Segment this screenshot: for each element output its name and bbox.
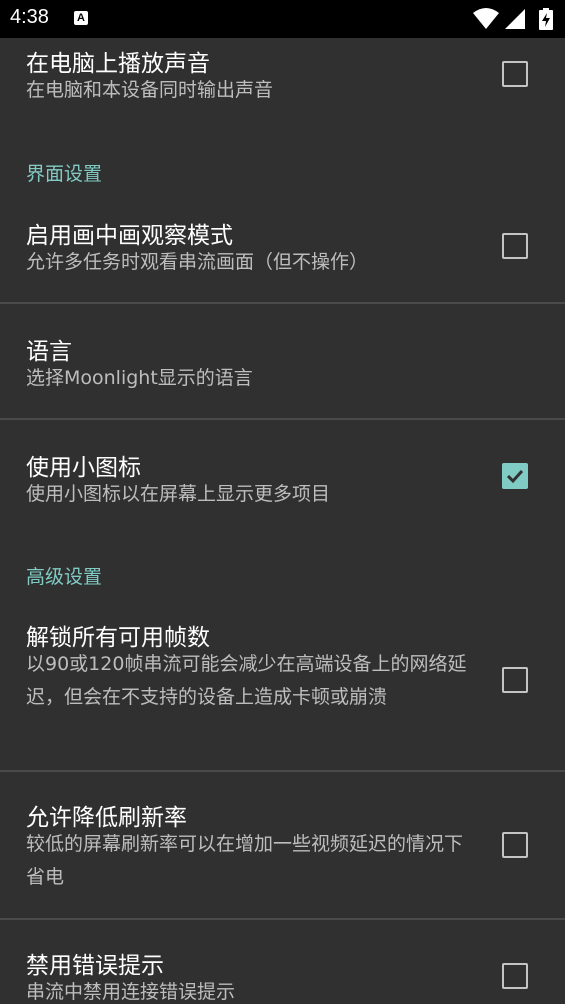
pref-small-icons[interactable]: 使用小图标 使用小图标以在屏幕上显示更多项目 [0,420,565,530]
pref-title: 在电脑上播放声音 [26,51,210,77]
signal-icon [505,9,525,29]
play-audio-checkbox[interactable] [502,61,528,87]
pref-title: 启用画中画观察模式 [26,223,233,249]
pip-observer-checkbox[interactable] [502,233,528,259]
pref-summary: 以90或120帧串流可能会减少在高端设备上的网络延迟，但会在不支持的设备上造成卡… [26,653,467,708]
unlock-fps-checkbox[interactable] [502,667,528,693]
settings-list[interactable]: 在电脑上播放声音 在电脑和本设备同时输出声音 界面设置 启用画中画观察模式 允许… [0,38,565,1004]
pref-title: 语言 [26,339,72,365]
notification-letter: A [77,12,85,24]
pref-title: 允许降低刷新率 [26,805,187,831]
pref-summary: 较低的屏幕刷新率可以在增加一些视频延迟的情况下省电 [26,833,464,888]
category-ui-settings: 界面设置 [26,163,103,185]
pref-summary: 在电脑和本设备同时输出声音 [26,79,274,101]
pref-title: 禁用错误提示 [26,953,164,979]
small-icons-checkbox[interactable] [502,463,528,489]
reduce-refresh-checkbox[interactable] [502,832,528,858]
pref-language[interactable]: 语言 选择Moonlight显示的语言 [0,304,565,418]
pref-play-audio-on-pc[interactable]: 在电脑上播放声音 在电脑和本设备同时输出声音 [0,38,565,126]
pref-summary: 使用小图标以在屏幕上显示更多项目 [26,483,331,505]
pref-pip-observer[interactable]: 启用画中画观察模式 允许多任务时观看串流画面（但不操作） [0,206,565,302]
pref-summary: 允许多任务时观看串流画面（但不操作） [26,251,369,273]
checkmark-icon [506,469,524,484]
pref-reduce-refresh-rate[interactable]: 允许降低刷新率 较低的屏幕刷新率可以在增加一些视频延迟的情况下省电 [0,772,565,918]
disable-error-toasts-checkbox[interactable] [502,963,528,989]
battery-charging-icon [539,8,553,30]
status-bar: 4:38 A [0,0,565,38]
notification-a-icon: A [74,11,88,25]
category-advanced-settings: 高级设置 [26,566,103,588]
pref-unlock-fps[interactable]: 解锁所有可用帧数 以90或120帧串流可能会减少在高端设备上的网络延迟，但会在不… [0,608,565,770]
pref-title: 解锁所有可用帧数 [26,625,210,651]
pref-summary: 串流中禁用连接错误提示 [26,981,236,1003]
status-time: 4:38 [10,6,49,28]
pref-title: 使用小图标 [26,455,141,481]
pref-summary: 选择Moonlight显示的语言 [26,367,253,389]
wifi-icon [473,8,499,29]
pref-disable-error-toasts[interactable]: 禁用错误提示 串流中禁用连接错误提示 [0,920,565,1004]
